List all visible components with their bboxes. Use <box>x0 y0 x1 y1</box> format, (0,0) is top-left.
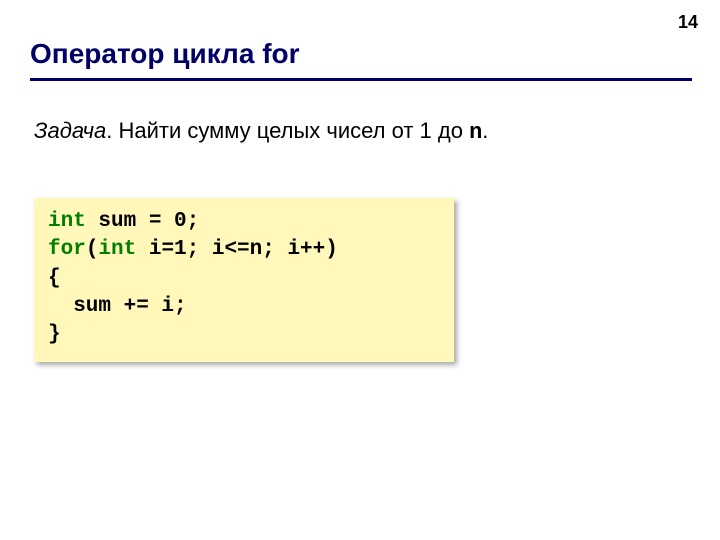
task-statement: Задача. Найти сумму целых чисел от 1 до … <box>34 118 488 145</box>
task-label: Задача <box>34 118 106 143</box>
slide: 14 Оператор цикла for Задача. Найти сумм… <box>0 0 720 540</box>
page-title: Оператор цикла for <box>30 38 300 70</box>
keyword-int-2: int <box>98 238 136 261</box>
code-l3: { <box>48 267 61 290</box>
code-l5: } <box>48 323 61 346</box>
keyword-for: for <box>48 238 86 261</box>
title-underline <box>30 78 692 81</box>
code-l2-rest: i=1; i<=n; i++) <box>136 238 338 261</box>
code-l2-mid: ( <box>86 238 99 261</box>
code-content: int sum = 0; for(int i=1; i<=n; i++) { s… <box>48 208 440 350</box>
code-l4: sum += i; <box>48 295 187 318</box>
code-l1-rest: sum = 0; <box>86 210 199 233</box>
keyword-int: int <box>48 210 86 233</box>
task-text-after: . <box>482 118 488 143</box>
code-block: int sum = 0; for(int i=1; i<=n; i++) { s… <box>34 198 454 362</box>
task-text-before: . Найти сумму целых чисел от 1 до <box>106 118 469 143</box>
page-number: 14 <box>678 12 698 33</box>
task-n: n <box>469 120 482 145</box>
